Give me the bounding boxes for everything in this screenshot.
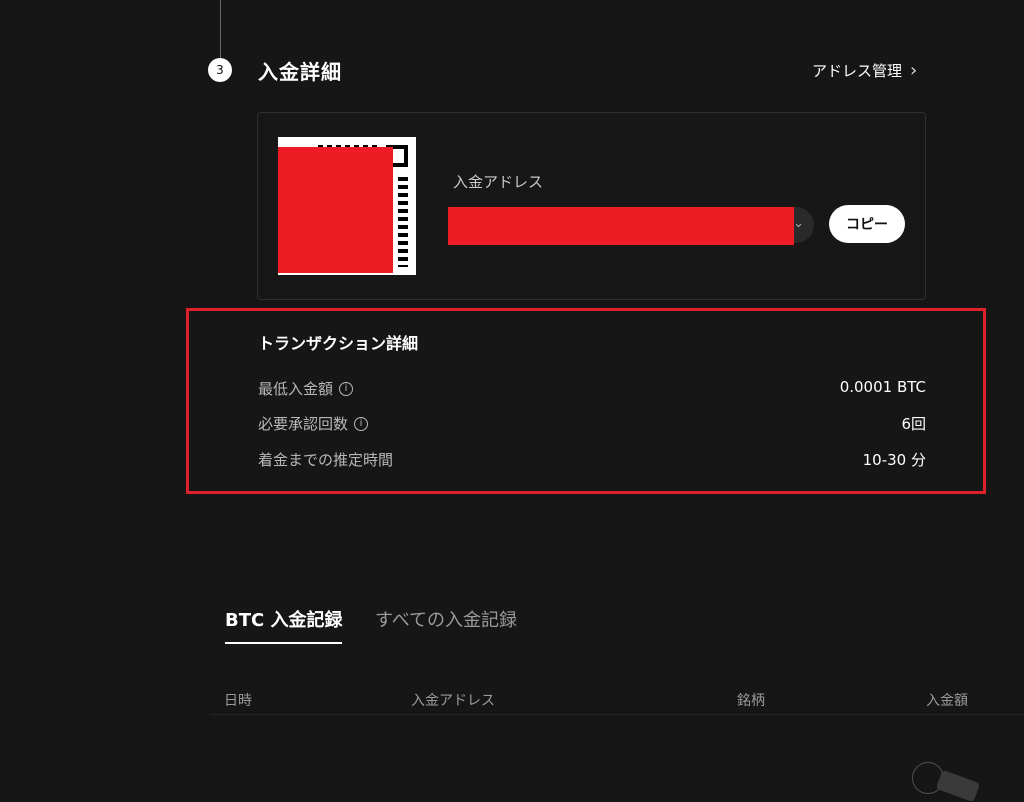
qr-code-icon [278,137,416,275]
min-deposit-label: 最低入金額 [258,380,334,398]
info-icon[interactable]: i [339,381,354,396]
section-title: 入金詳細 [258,60,342,84]
arrival-time-row: 着金までの推定時間 10-30 分 [258,449,926,470]
min-deposit-value: 0.0001 BTC [839,378,926,396]
floating-widget-shape [935,769,981,802]
confirmations-label: 必要承認回数 [258,415,349,433]
step-number-badge: 3 [208,58,232,82]
table-divider [210,714,1024,715]
column-header-amount: 入金額 [926,693,968,709]
tab-btc-deposit-history[interactable]: BTC 入金記録 [225,606,343,644]
min-deposit-row: 最低入金額 i 0.0001 BTC [258,378,926,399]
confirmations-value: 6回 [901,415,926,433]
deposit-address-card: 入金アドレス ⌄ コピー [257,112,926,300]
address-management-label: アドレス管理 [812,62,903,80]
tab-all-deposit-history[interactable]: すべての入金記録 [375,606,517,642]
chevron-right-icon: › [910,60,918,81]
transaction-details-title: トランザクション詳細 [258,334,419,353]
chevron-down-icon[interactable]: ⌄ [793,216,804,231]
column-header-symbol: 銘柄 [737,693,765,709]
address-redaction [448,207,794,245]
address-management-link[interactable]: アドレス管理 › [812,60,917,81]
confirmations-row: 必要承認回数 i 6回 [258,413,926,434]
copy-button[interactable]: コピー [829,205,905,243]
arrival-time-value: 10-30 分 [862,451,926,469]
deposit-address-label: 入金アドレス [453,173,544,191]
qr-redaction [278,147,393,273]
arrival-time-label: 着金までの推定時間 [258,451,394,469]
info-icon[interactable]: i [354,416,369,431]
step-connector-line [220,0,221,58]
column-header-address: 入金アドレス [411,693,495,709]
deposit-address-field[interactable]: ⌄ [448,207,814,245]
column-header-datetime: 日時 [224,693,252,709]
